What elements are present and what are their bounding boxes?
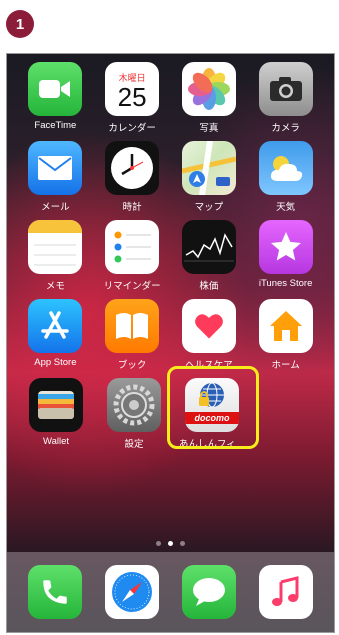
app-stocks[interactable]: 株価 — [178, 220, 240, 299]
notes-icon — [28, 220, 83, 274]
app-row: FaceTime 木曜日 25 カレンダー 写真 カメラ — [7, 62, 334, 141]
page-indicator[interactable] — [7, 541, 334, 546]
step-number-badge: 1 — [6, 10, 34, 38]
app-label: 株価 — [199, 281, 219, 292]
page-dot — [180, 541, 185, 546]
calendar-day: 25 — [117, 81, 147, 112]
star-icon — [258, 220, 313, 274]
app-label: App Store — [34, 357, 77, 368]
app-label: ホーム — [271, 360, 300, 371]
app-label: ブック — [117, 360, 147, 371]
app-label: メール — [41, 202, 70, 213]
app-weather[interactable]: 天気 — [255, 141, 317, 220]
app-home[interactable]: ホーム — [255, 299, 317, 378]
app-mail[interactable]: メール — [24, 141, 86, 220]
house-icon — [258, 299, 313, 353]
compass-icon[interactable] — [105, 565, 160, 619]
stocks-icon — [181, 220, 236, 274]
app-row: App Store ブック ヘルスケア ホーム — [7, 299, 334, 378]
app-reminders[interactable]: リマインダー — [101, 220, 163, 299]
gear-icon — [107, 378, 161, 432]
calendar-icon: 木曜日 25 — [105, 62, 160, 116]
app-row: メモ リマインダー 株価 iTunes Store — [7, 220, 334, 299]
page-dot — [156, 541, 161, 546]
phone-icon[interactable] — [28, 565, 83, 619]
app-itunes-store[interactable]: iTunes Store — [255, 220, 317, 299]
app-label: 天気 — [276, 202, 296, 213]
camera-icon — [258, 62, 313, 116]
app-label: カメラ — [271, 123, 300, 134]
weather-icon — [258, 141, 313, 195]
app-books[interactable]: ブック — [101, 299, 163, 378]
wallet-icon — [29, 378, 83, 432]
app-calendar[interactable]: 木曜日 25 カレンダー — [101, 62, 163, 141]
photos-icon — [181, 62, 236, 116]
clock-icon — [105, 141, 160, 195]
notes-header-band — [28, 220, 83, 233]
app-photos[interactable]: 写真 — [178, 62, 240, 141]
page-dot-active — [168, 541, 173, 546]
app-label: 写真 — [199, 123, 219, 134]
app-store-icon — [28, 299, 83, 353]
app-label: iTunes Store — [258, 278, 313, 289]
reminders-icon — [105, 220, 160, 274]
music-note-icon[interactable] — [258, 565, 313, 619]
mail-icon — [28, 141, 83, 195]
app-row: メール 時計 マップ 天気 — [7, 141, 334, 220]
app-settings[interactable]: 設定 — [103, 378, 165, 457]
app-label: カレンダー — [108, 123, 156, 134]
app-label: 設定 — [124, 439, 144, 450]
app-wallet[interactable]: Wallet — [25, 378, 87, 457]
speech-bubble-icon[interactable] — [181, 565, 236, 619]
app-label: 時計 — [122, 202, 142, 213]
app-label: リマインダー — [103, 281, 161, 292]
books-icon — [105, 299, 160, 353]
facetime-icon — [28, 62, 83, 116]
iphone-home-screen: FaceTime 木曜日 25 カレンダー 写真 カメラ メール 時計 マップ … — [6, 53, 335, 633]
maps-icon — [181, 141, 236, 195]
heart-icon — [181, 299, 236, 353]
app-label: Wallet — [42, 436, 70, 447]
app-label: FaceTime — [34, 120, 77, 131]
app-label: マップ — [194, 202, 224, 213]
highlight-box — [167, 366, 259, 449]
app-label: メモ — [45, 281, 65, 292]
app-camera[interactable]: カメラ — [255, 62, 317, 141]
dock — [7, 552, 334, 632]
app-clock[interactable]: 時計 — [101, 141, 163, 220]
app-app-store[interactable]: App Store — [24, 299, 86, 378]
app-notes[interactable]: メモ — [24, 220, 86, 299]
app-facetime[interactable]: FaceTime — [24, 62, 86, 141]
app-maps[interactable]: マップ — [178, 141, 240, 220]
